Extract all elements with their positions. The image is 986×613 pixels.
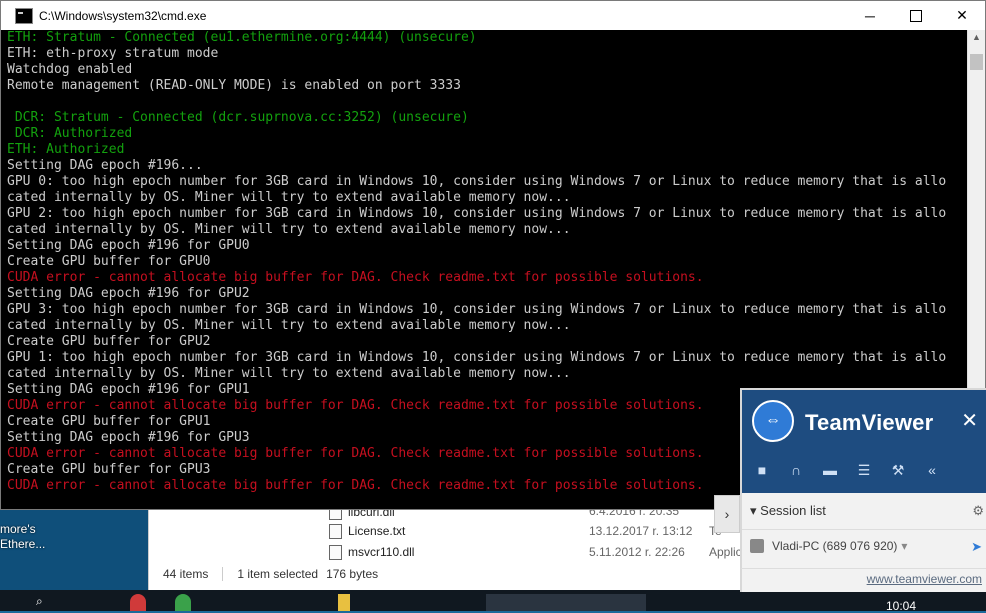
teamviewer-link[interactable]: www.teamviewer.com: [867, 572, 982, 586]
console-line: GPU 2: too high epoch number for 3GB car…: [7, 206, 947, 221]
chevron-right-icon[interactable]: ›: [714, 495, 740, 533]
console-line: GPU 0: too high epoch number for 3GB car…: [7, 174, 947, 189]
connect-arrow-icon[interactable]: ➤: [971, 539, 982, 555]
file-type: Applic: [709, 545, 742, 559]
collapse-left-icon[interactable]: «: [922, 460, 942, 480]
cmd-titlebar[interactable]: C:\Windows\system32\cmd.exe ─ ✕: [1, 1, 985, 30]
teamviewer-header: ⇔ TeamViewer ✕ ■ ∩ ▬ ☰ ⚒ «: [740, 388, 986, 495]
selection-count: 1 item selected: [237, 567, 319, 581]
file-row[interactable]: License.txt: [329, 521, 405, 541]
browser-taskbar-icon[interactable]: [130, 594, 146, 611]
window-controls: ─ ✕: [847, 1, 985, 30]
console-line: DCR: Authorized: [7, 126, 133, 141]
session-list: ▾ Session list ⚙ Vladi-PC (689 076 920) …: [740, 493, 986, 568]
cmd-app-icon[interactable]: [15, 7, 33, 24]
file-icon: [329, 544, 342, 560]
console-line: GPU 1: too high epoch number for 3GB car…: [7, 350, 947, 365]
gear-icon[interactable]: ⚙: [972, 503, 984, 519]
file-date: 5.11.2012 r. 22:26: [589, 545, 685, 559]
divider: [742, 529, 986, 530]
status-separator: [222, 567, 224, 581]
console-line: DCR: Stratum - Connected (dcr.suprnova.c…: [7, 110, 469, 125]
minimize-button[interactable]: ─: [847, 1, 893, 30]
selection-size: 176 bytes: [326, 567, 379, 581]
chevron-down-icon[interactable]: ▾: [901, 539, 907, 553]
console-line: Setting DAG epoch #196 for GPU2: [7, 286, 250, 301]
desktop-icon-label-line2: Ethere...: [0, 537, 46, 551]
tools-icon[interactable]: ⚒: [888, 460, 908, 480]
maximize-button[interactable]: [893, 1, 939, 30]
console-line: cated internally by OS. Miner will try t…: [7, 366, 571, 381]
console-line: ETH: Authorized: [7, 142, 125, 157]
session-partner[interactable]: Vladi-PC (689 076 920) ▾: [750, 539, 907, 553]
console-line: CUDA error - cannot allocate big buffer …: [7, 270, 704, 285]
chat-icon[interactable]: ▬: [820, 460, 840, 480]
console-line: Remote management (READ-ONLY MODE) is en…: [7, 78, 461, 93]
teamviewer-footer: www.teamviewer.com: [740, 568, 986, 592]
console-line: Create GPU buffer for GPU0: [7, 254, 211, 269]
session-list-header[interactable]: ▾ Session list: [750, 503, 826, 519]
taskbar: ⌕ 10:04: [0, 590, 986, 613]
scroll-thumb[interactable]: [970, 54, 983, 70]
teamviewer-title: TeamViewer: [805, 410, 934, 435]
console-line: GPU 3: too high epoch number for 3GB car…: [7, 302, 947, 317]
console-line: Setting DAG epoch #196 for GPU0: [7, 238, 250, 253]
teamviewer-panel: ⇔ TeamViewer ✕ ■ ∩ ▬ ☰ ⚒ « › ▾ Session l…: [714, 388, 986, 592]
file-name: License.txt: [348, 524, 406, 538]
file-explorer-window: libcurl.dll 6.4.2016 r. 20:35 License.tx…: [148, 500, 749, 590]
file-name: msvcr110.dll: [348, 545, 415, 559]
headset-icon[interactable]: ∩: [786, 460, 806, 480]
close-button[interactable]: ✕: [939, 1, 985, 30]
desktop-icon-label-line1: more's: [0, 522, 36, 536]
folder-taskbar-icon[interactable]: [338, 594, 350, 611]
console-line: ETH: eth-proxy stratum mode: [7, 46, 219, 61]
console-line: Create GPU buffer for GPU2: [7, 334, 211, 349]
item-count: 44 items: [163, 567, 209, 581]
maximize-icon: [910, 9, 922, 22]
file-transfer-icon[interactable]: ☰: [854, 460, 874, 480]
chevron-down-icon: ▾: [750, 503, 757, 518]
console-line: cated internally by OS. Miner will try t…: [7, 318, 571, 333]
minimize-icon: ─: [865, 7, 875, 24]
console-line: cated internally by OS. Miner will try t…: [7, 222, 571, 237]
desktop-icon-label[interactable]: more's Ethere...: [0, 522, 60, 552]
console-line: ETH: Stratum - Connected (eu1.ethermine.…: [7, 30, 477, 45]
file-icon: [329, 523, 342, 539]
app-taskbar-icon[interactable]: [175, 594, 191, 611]
close-icon[interactable]: ✕: [961, 408, 978, 433]
file-date: 13.12.2017 r. 13:12: [589, 524, 693, 538]
cmd-taskbar-button[interactable]: [486, 594, 646, 611]
teamviewer-logo-icon: ⇔: [752, 400, 794, 442]
console-line: Watchdog enabled: [7, 62, 133, 77]
computer-icon: [750, 539, 764, 553]
session-list-label: Session list: [760, 503, 826, 518]
window-title: C:\Windows\system32\cmd.exe: [39, 8, 207, 23]
partner-name: Vladi-PC (689 076 920): [772, 539, 898, 553]
explorer-statusbar: 44 items 1 item selected 176 bytes: [149, 563, 749, 585]
search-icon[interactable]: ⌕: [36, 594, 48, 611]
close-icon: ✕: [956, 7, 968, 23]
scroll-up-icon[interactable]: ▲: [972, 32, 981, 42]
file-row[interactable]: msvcr110.dll: [329, 542, 414, 562]
video-icon[interactable]: ■: [752, 460, 772, 480]
console-line: cated internally by OS. Miner will try t…: [7, 190, 571, 205]
console-line: Setting DAG epoch #196...: [7, 158, 203, 173]
teamviewer-toolbar: ■ ∩ ▬ ☰ ⚒ «: [752, 460, 942, 480]
